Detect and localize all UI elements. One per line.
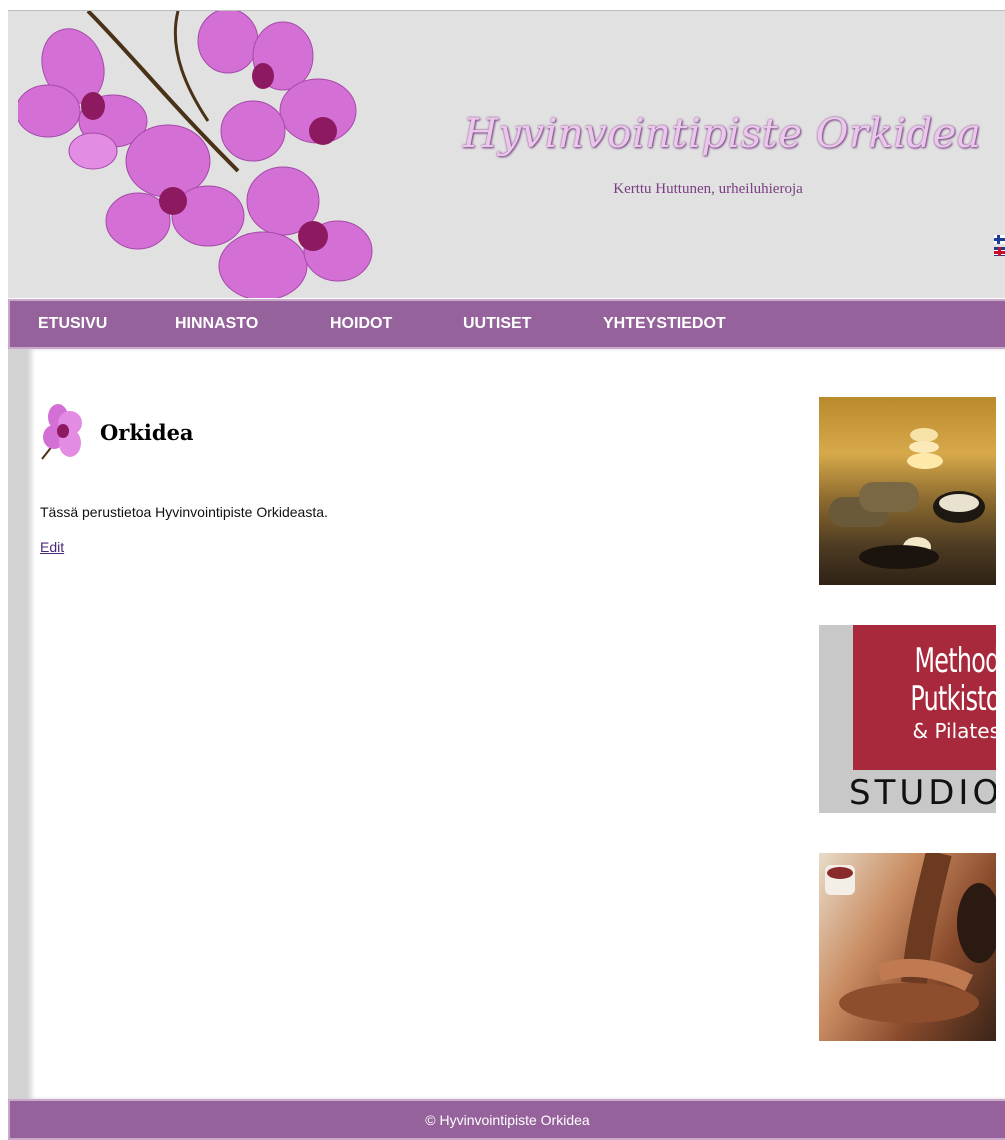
method-logo-line1: Method xyxy=(914,641,996,681)
nav-item-etusivu[interactable]: ETUSIVU xyxy=(38,315,175,333)
copyright-text: © Hyvinvointipiste Orkidea xyxy=(425,1111,590,1128)
intro-text: Tässä perustietoa Hyvinvointipiste Orkid… xyxy=(40,504,328,520)
nav-item-yhteystiedot[interactable]: YHTEYSTIEDOT xyxy=(603,315,803,333)
edit-link[interactable]: Edit xyxy=(40,539,64,555)
nav-item-uutiset[interactable]: UUTISET xyxy=(463,315,603,333)
main-content: Orkidea Tässä perustietoa Hyvinvointipis… xyxy=(8,349,1005,1099)
nav-item-hoidot[interactable]: HOIDOT xyxy=(330,315,463,333)
site-header: Hyvinvointipiste Orkidea Kerttu Huttunen… xyxy=(8,10,1005,298)
site-title: Hyvinvointipiste Orkidea xyxy=(463,111,982,157)
nav-item-hinnasto[interactable]: HINNASTO xyxy=(175,315,330,333)
site-subtitle: Kerttu Huttunen, urheiluhieroja xyxy=(613,181,803,197)
method-logo-studio: STUDIO xyxy=(849,773,996,813)
main-navigation: ETUSIVU HINNASTO HOIDOT UUTISET YHTEYSTI… xyxy=(8,299,1005,349)
finnish-flag-icon[interactable] xyxy=(994,235,1005,244)
massage-image[interactable] xyxy=(819,853,996,1041)
method-logo-line2: Putkisto xyxy=(910,679,996,719)
site-footer: © Hyvinvointipiste Orkidea xyxy=(8,1099,1005,1140)
orchid-header-image xyxy=(18,11,373,298)
page-title: Orkidea xyxy=(100,419,194,445)
method-logo-line3: & Pilates xyxy=(912,719,996,743)
page: Hyvinvointipiste Orkidea Kerttu Huttunen… xyxy=(8,10,1005,1140)
spa-candles-image[interactable] xyxy=(819,397,996,585)
british-flag-icon[interactable] xyxy=(994,247,1005,256)
orchid-icon xyxy=(41,404,82,460)
page-heading: Orkidea xyxy=(40,401,194,463)
method-putkisto-logo[interactable]: Method Putkisto & Pilates STUDIO xyxy=(819,625,996,813)
